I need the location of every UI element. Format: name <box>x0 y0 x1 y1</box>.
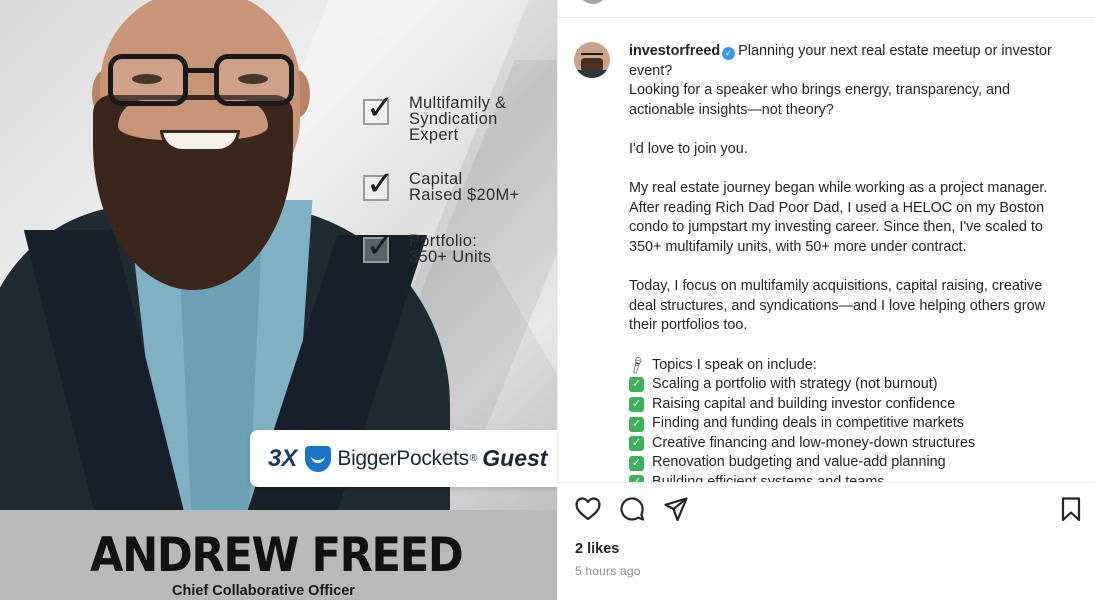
check-mark-icon: ✓ <box>629 475 644 482</box>
caption-line: event? <box>629 62 673 79</box>
badge-brand: BiggerPockets <box>337 446 469 470</box>
avatar-glasses <box>581 53 603 58</box>
topic-item: ✓ Creative financing and low-money-down s… <box>629 434 1084 454</box>
header-avatar[interactable] <box>578 0 608 4</box>
checklist-item: ✓ Multifamily & Syndication Expert <box>363 91 507 144</box>
badge-count: 3X <box>268 444 298 472</box>
post-image: ✓ Multifamily & Syndication Expert ✓ Cap… <box>0 0 557 600</box>
avatar[interactable] <box>574 42 610 78</box>
post-header-strip <box>558 0 1095 18</box>
badge-suffix: Guest <box>482 445 548 471</box>
topic-item: ✓ Raising capital and building investor c… <box>629 395 1084 415</box>
checkbox-icon: ✓ <box>363 91 395 125</box>
avatar-shirt <box>574 70 610 78</box>
comment-icon <box>620 497 645 521</box>
heart-icon <box>575 497 601 521</box>
microphone-icon: 🎤︎ <box>626 354 648 376</box>
check-mark-icon: ✓ <box>629 455 644 471</box>
checklist-text: Capital Raised $20M+ <box>409 170 520 204</box>
caption-line: actionable insights—not theory? <box>629 101 834 118</box>
caption-area[interactable]: investorfreed ✓ Planning your next real es… <box>574 42 1084 482</box>
comment-button[interactable] <box>618 495 646 523</box>
share-button[interactable] <box>662 495 690 523</box>
speaker-title: Chief Collaborative Officer <box>172 583 355 599</box>
topics-heading-line: 🎤︎ Topics I speak on include: <box>626 354 1084 375</box>
smile <box>160 130 240 152</box>
post-caption: investorfreed ✓ Planning your next real es… <box>626 42 1084 482</box>
username-link[interactable]: investorfreed <box>629 43 720 59</box>
check-mark-icon: ✓ <box>629 377 644 393</box>
caption-paragraph: I'd love to join you. <box>629 140 1084 160</box>
checklist-item: ✓ Capital Raised $20M+ <box>363 167 520 204</box>
likes-count[interactable]: 2 likes <box>575 541 619 557</box>
post-actions <box>574 495 1081 523</box>
send-icon <box>664 497 688 522</box>
caption-line: their portfolios too. <box>629 317 748 334</box>
glasses-bridge <box>186 68 216 73</box>
post-timestamp[interactable]: 5 hours ago <box>575 564 641 578</box>
save-button[interactable] <box>1057 495 1085 523</box>
check-mark-icon: ✓ <box>629 416 644 432</box>
badge-registered: ® <box>469 453 478 464</box>
caption-line: My real estate journey began while worki… <box>629 180 1048 197</box>
checkbox-icon: ✓ <box>363 229 395 263</box>
checklist-text: Multifamily & Syndication Expert <box>409 94 507 144</box>
topic-item: ✓ Finding and funding deals in competitiv… <box>629 414 1084 434</box>
topic-item: ✓ Renovation budgeting and value-add plan… <box>629 453 1084 473</box>
like-button[interactable] <box>574 495 602 523</box>
verified-badge-icon: ✓ <box>722 47 736 60</box>
checkbox-icon: ✓ <box>363 167 395 201</box>
caption-line: Looking for a speaker who brings energy,… <box>629 82 1011 99</box>
speaker-name: ANDREW FREED <box>90 528 464 583</box>
caption-line: deal structures, and syndications—and I … <box>629 297 1045 314</box>
topics-list: 🎤︎ Topics I speak on include: ✓ Scaling a… <box>626 354 1084 482</box>
check-mark-icon: ✓ <box>629 396 644 412</box>
caption-line: I'd love to join you. <box>629 140 748 157</box>
name-block: ANDREW FREED Chief Collaborative Officer <box>0 510 557 600</box>
glasses-lens <box>214 54 294 106</box>
post-panel: investorfreed ✓ Planning your next real es… <box>557 0 1095 600</box>
caption-line: After reading Rich Dad Poor Dad, I used … <box>629 199 1045 216</box>
caption-line: 350+ multifamily units, with 50+ more un… <box>629 238 967 255</box>
topic-item: ✓Building efficient systems and teams <box>629 473 1084 482</box>
actions-divider <box>558 482 1095 483</box>
caption-paragraph: investorfreed ✓ Planning your next real es… <box>629 42 1084 120</box>
check-mark-icon: ✓ <box>629 436 644 452</box>
caption-line: Planning your next real estate meetup or… <box>738 43 1052 59</box>
caption-line: Today, I focus on multifamily acquisitio… <box>629 278 1043 295</box>
topics-heading: Topics I speak on include: <box>652 356 817 373</box>
bookmark-icon <box>1061 497 1081 522</box>
checklist-text: Portfolio: 350+ Units <box>409 232 492 266</box>
glasses <box>108 48 300 112</box>
biggerpockets-badge: 3X BiggerPockets ® Guest <box>250 430 557 487</box>
caption-line: condo to jumpstart my investing career. … <box>629 219 1043 236</box>
caption-paragraph: My real estate journey began while worki… <box>629 179 1084 257</box>
biggerpockets-logo-icon <box>305 445 332 472</box>
topic-item: ✓ Scaling a portfolio with strategy (not … <box>629 375 1084 395</box>
checklist-item: ✓ Portfolio: 350+ Units <box>363 229 492 266</box>
caption-paragraph: Today, I focus on multifamily acquisitio… <box>629 277 1084 336</box>
glasses-lens <box>108 54 188 106</box>
